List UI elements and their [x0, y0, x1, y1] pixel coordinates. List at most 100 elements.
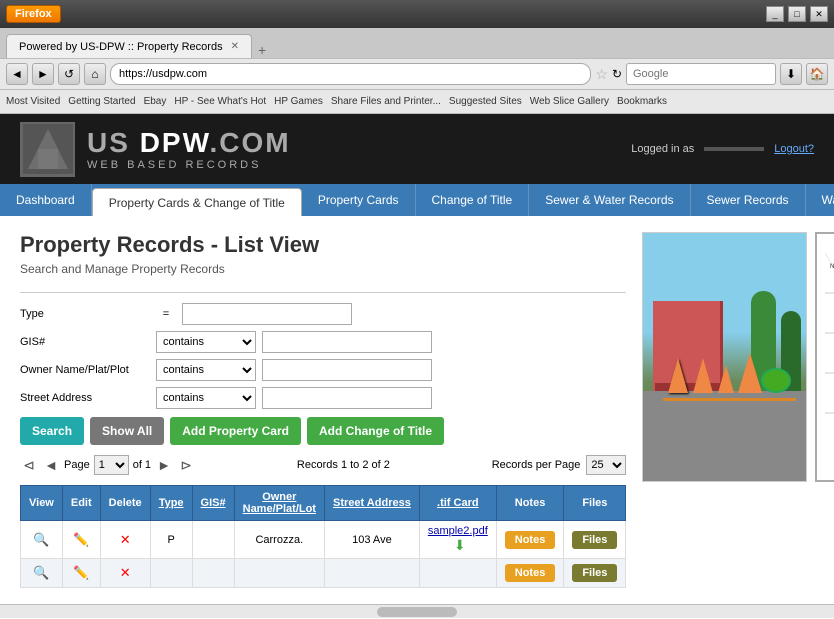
back-button[interactable]: ◄ [6, 63, 28, 85]
bookmark-hp-games[interactable]: HP Games [274, 96, 323, 107]
edit-icon-2[interactable]: ✏️ [71, 563, 91, 583]
col-delete: Delete [100, 486, 150, 521]
notes-button[interactable]: Notes [505, 531, 556, 549]
view-icon[interactable]: 🔍 [31, 530, 51, 550]
search-bar[interactable] [626, 63, 776, 85]
nav-item-dashboard[interactable]: Dashboard [0, 184, 92, 216]
forward-button[interactable]: ► [32, 63, 54, 85]
home-button[interactable]: ⌂ [84, 63, 106, 85]
firefox-menu-button[interactable]: Firefox [6, 5, 61, 23]
bookmark-web-slice[interactable]: Web Slice Gallery [530, 96, 609, 107]
nav-item-water-records[interactable]: Water Records [806, 184, 834, 216]
minimize-button[interactable]: _ [766, 6, 784, 22]
left-panel: Property Records - List View Search and … [20, 232, 626, 588]
col-view: View [21, 486, 63, 521]
tif-card-link[interactable]: sample2.pdf [428, 525, 488, 537]
street-input[interactable] [262, 387, 432, 409]
header-right: Logged in as Logout? [631, 143, 814, 155]
add-change-of-title-button[interactable]: Add Change of Title [307, 417, 444, 445]
document-sketch-svg: N ↑ Scale: 1:100 [825, 253, 834, 473]
logout-link[interactable]: Logout? [774, 143, 814, 155]
refresh-button[interactable]: ↺ [58, 63, 80, 85]
gis-cell [192, 521, 234, 559]
table-row: 🔍 ✏️ ✕ P Carrozza. 103 Ave [21, 521, 626, 559]
show-all-button[interactable]: Show All [90, 417, 164, 445]
data-table: View Edit Delete Type GIS# OwnerName/Pla… [20, 485, 626, 588]
right-panel: Uploaded May 5/21 [642, 232, 834, 588]
bookmark-star-icon[interactable]: ☆ [595, 66, 608, 83]
street-cell-2 [324, 559, 419, 588]
refresh-icon[interactable]: ↻ [612, 67, 622, 81]
nav-item-sewer-water-records[interactable]: Sewer & Water Records [529, 184, 690, 216]
files-button[interactable]: Files [572, 531, 617, 549]
edit-icon[interactable]: ✏️ [71, 530, 91, 550]
main-navigation: Dashboard Property Cards & Change of Tit… [0, 184, 834, 216]
records-per-page-select[interactable]: 25 50 100 [586, 455, 626, 475]
col-street-link[interactable]: Street Address [333, 497, 411, 509]
table-header-row: View Edit Delete Type GIS# OwnerName/Pla… [21, 486, 626, 521]
last-page-button[interactable]: ⊳ [177, 456, 195, 474]
bookmark-getting-started[interactable]: Getting Started [68, 96, 135, 107]
search-form: Type = GIS# contains equals starts with [20, 303, 626, 445]
search-button[interactable]: Search [20, 417, 84, 445]
page-select[interactable]: 1 [94, 455, 129, 475]
window-controls: _ □ ✕ [766, 6, 828, 22]
close-button[interactable]: ✕ [810, 6, 828, 22]
horizontal-scrollbar[interactable] [0, 604, 834, 618]
form-row-owner: Owner Name/Plat/Plot contains equals sta… [20, 359, 626, 381]
delete-icon[interactable]: ✕ [115, 530, 135, 550]
owner-cell: Carrozza. [234, 521, 324, 559]
pagination-left: ⊲ ◄ Page 1 of 1 ► ⊳ [20, 455, 195, 475]
owner-input[interactable] [262, 359, 432, 381]
browser-tab-active[interactable]: Powered by US-DPW :: Property Records ✕ [6, 34, 252, 58]
delete-icon-2[interactable]: ✕ [115, 563, 135, 583]
bookmark-suggested-sites[interactable]: Suggested Sites [449, 96, 522, 107]
svg-text:N: N [830, 264, 834, 270]
bookmark-ebay[interactable]: Ebay [144, 96, 167, 107]
nav-item-sewer-records[interactable]: Sewer Records [691, 184, 806, 216]
download-icon[interactable]: ⬇ [454, 537, 466, 553]
first-page-button[interactable]: ⊲ [20, 456, 38, 474]
delete-cell-2: ✕ [100, 559, 150, 588]
col-owner-link[interactable]: OwnerName/Plat/Lot [243, 491, 316, 515]
tif-card-cell-2 [419, 559, 496, 588]
type-cell: P [150, 521, 192, 559]
add-property-card-button[interactable]: Add Property Card [170, 417, 301, 445]
nav-item-change-of-title[interactable]: Change of Title [416, 184, 530, 216]
download-button[interactable]: ⬇ [780, 63, 802, 85]
files-button-2[interactable]: Files [572, 564, 617, 582]
maximize-button[interactable]: □ [788, 6, 806, 22]
type-label: Type [20, 308, 150, 320]
notes-cell-2: Notes [496, 559, 564, 588]
home-nav-button[interactable]: 🏠 [806, 63, 828, 85]
nav-item-property-cards[interactable]: Property Cards [302, 184, 416, 216]
new-tab-button[interactable]: + [252, 42, 272, 58]
type-input[interactable] [182, 303, 352, 325]
divider-top [20, 292, 626, 293]
col-gis-link[interactable]: GIS# [201, 497, 226, 509]
form-row-type: Type = [20, 303, 626, 325]
notes-button-2[interactable]: Notes [505, 564, 556, 582]
bookmark-bookmarks[interactable]: Bookmarks [617, 96, 667, 107]
tab-bar: Powered by US-DPW :: Property Records ✕ … [0, 28, 834, 58]
owner-operator-select[interactable]: contains equals starts with [156, 359, 256, 381]
next-page-button[interactable]: ► [155, 456, 173, 474]
col-edit: Edit [62, 486, 100, 521]
gis-operator-select[interactable]: contains equals starts with [156, 331, 256, 353]
tab-close-icon[interactable]: ✕ [231, 41, 239, 52]
street-operator-select[interactable]: contains equals starts with [156, 387, 256, 409]
col-tif-link[interactable]: .tif Card [437, 497, 479, 509]
bookmark-hp[interactable]: HP - See What's Hot [174, 96, 266, 107]
gis-input[interactable] [262, 331, 432, 353]
bookmark-most-visited[interactable]: Most Visited [6, 96, 60, 107]
title-bar: Firefox _ □ ✕ [0, 0, 834, 28]
nav-item-property-cards-change-of-title[interactable]: Property Cards & Change of Title [92, 188, 302, 216]
url-bar[interactable] [110, 63, 591, 85]
bookmark-share-files[interactable]: Share Files and Printer... [331, 96, 441, 107]
prev-page-button[interactable]: ◄ [42, 456, 60, 474]
records-per-page: Records per Page 25 50 100 [492, 455, 627, 475]
col-type-link[interactable]: Type [159, 497, 184, 509]
page-label: Page [64, 459, 90, 471]
page-subtitle: Search and Manage Property Records [20, 262, 626, 276]
view-icon-2[interactable]: 🔍 [31, 563, 51, 583]
